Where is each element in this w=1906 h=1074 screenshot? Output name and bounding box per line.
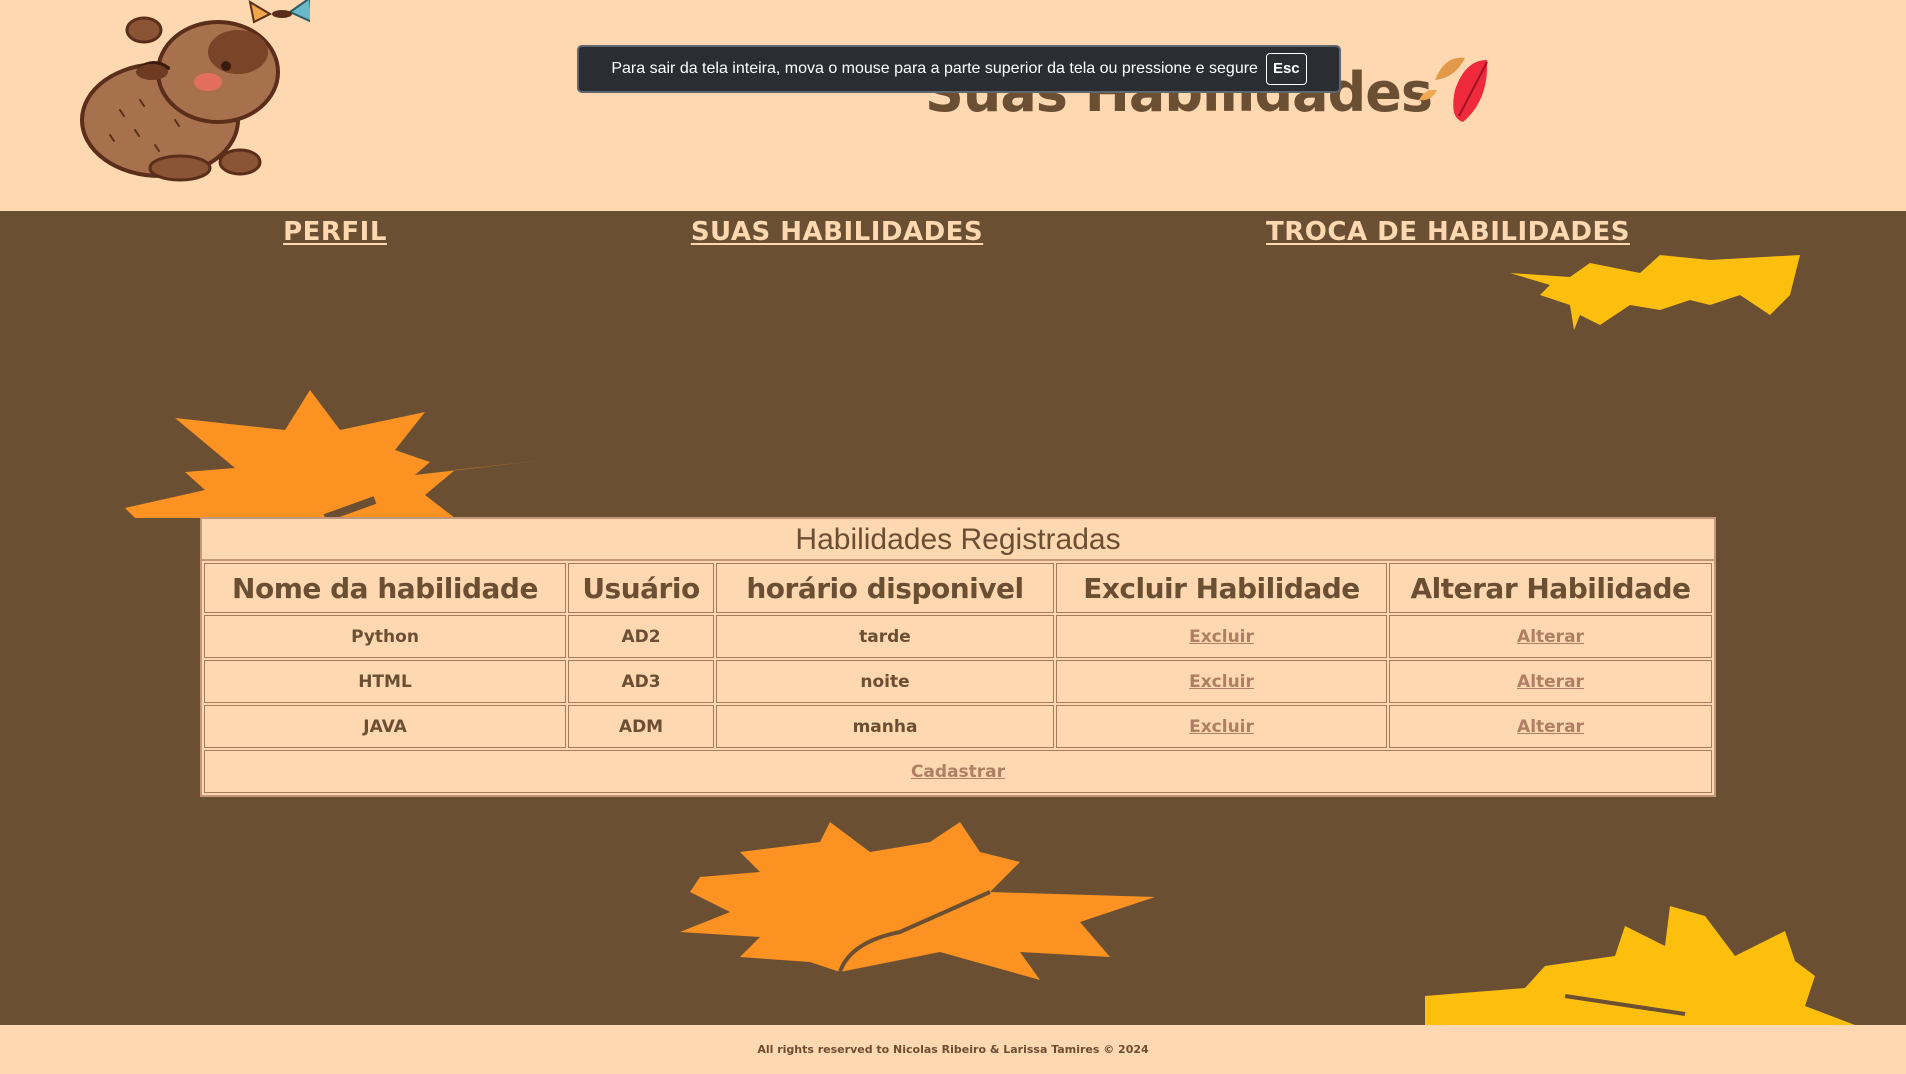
nav-link-suas-habilidades[interactable]: SUAS HABILIDADES bbox=[691, 217, 983, 247]
cell-delete: Excluir bbox=[1056, 660, 1387, 703]
column-header-time: horário disponivel bbox=[716, 563, 1054, 613]
table-row: JAVA ADM manha Excluir Alterar bbox=[204, 705, 1712, 748]
delete-link[interactable]: Excluir bbox=[1189, 627, 1254, 647]
edit-link[interactable]: Alterar bbox=[1517, 672, 1584, 692]
column-header-edit: Alterar Habilidade bbox=[1389, 563, 1712, 613]
skills-table: Habilidades Registradas Nome da habilida… bbox=[200, 517, 1716, 797]
table-row: Python AD2 tarde Excluir Alterar bbox=[204, 615, 1712, 658]
table-row-register: Cadastrar bbox=[204, 750, 1712, 793]
cell-delete: Excluir bbox=[1056, 705, 1387, 748]
cell-edit: Alterar bbox=[1389, 705, 1712, 748]
cell-user: ADM bbox=[568, 705, 714, 748]
page-header: Suas Habilidades Para sair da tela intei… bbox=[0, 0, 1906, 211]
maple-leaf-icon bbox=[680, 822, 1155, 980]
cell-time: noite bbox=[716, 660, 1054, 703]
falling-leaves-icon bbox=[1419, 57, 1488, 122]
delete-link[interactable]: Excluir bbox=[1189, 672, 1254, 692]
fullscreen-notice: Para sair da tela inteira, mova o mouse … bbox=[577, 45, 1341, 93]
maple-leaf-icon bbox=[125, 390, 545, 518]
footer-copyright: All rights reserved to Nicolas Ribeiro &… bbox=[757, 1043, 1149, 1056]
table-row: HTML AD3 noite Excluir Alterar bbox=[204, 660, 1712, 703]
cell-time: tarde bbox=[716, 615, 1054, 658]
page-footer: All rights reserved to Nicolas Ribeiro &… bbox=[0, 1025, 1906, 1074]
cell-skill-name: HTML bbox=[204, 660, 566, 703]
column-header-delete: Excluir Habilidade bbox=[1056, 563, 1387, 613]
cell-skill-name: JAVA bbox=[204, 705, 566, 748]
column-header-user: Usuário bbox=[568, 563, 714, 613]
edit-link[interactable]: Alterar bbox=[1517, 627, 1584, 647]
maple-leaf-icon bbox=[1510, 255, 1800, 330]
cell-edit: Alterar bbox=[1389, 615, 1712, 658]
capybara-mascot-icon bbox=[80, 0, 310, 182]
edit-link[interactable]: Alterar bbox=[1517, 717, 1584, 737]
nav-link-perfil[interactable]: PERFIL bbox=[283, 217, 387, 247]
nav-link-troca-de-habilidades[interactable]: TROCA DE HABILIDADES bbox=[1266, 217, 1630, 247]
column-header-name: Nome da habilidade bbox=[204, 563, 566, 613]
register-link[interactable]: Cadastrar bbox=[911, 762, 1005, 782]
table-caption: Habilidades Registradas bbox=[200, 517, 1716, 559]
cell-register: Cadastrar bbox=[204, 750, 1712, 793]
delete-link[interactable]: Excluir bbox=[1189, 717, 1254, 737]
cell-edit: Alterar bbox=[1389, 660, 1712, 703]
cell-time: manha bbox=[716, 705, 1054, 748]
maple-leaf-icon bbox=[1425, 906, 1855, 1025]
cell-delete: Excluir bbox=[1056, 615, 1387, 658]
fullscreen-notice-message: Para sair da tela inteira, mova o mouse … bbox=[611, 60, 1258, 77]
main-nav: PERFIL SUAS HABILIDADES TROCA DE HABILID… bbox=[0, 211, 1906, 261]
cell-user: AD3 bbox=[568, 660, 714, 703]
cell-user: AD2 bbox=[568, 615, 714, 658]
esc-key-badge: Esc bbox=[1265, 53, 1307, 85]
cell-skill-name: Python bbox=[204, 615, 566, 658]
table-header-row: Nome da habilidade Usuário horário dispo… bbox=[204, 563, 1712, 613]
